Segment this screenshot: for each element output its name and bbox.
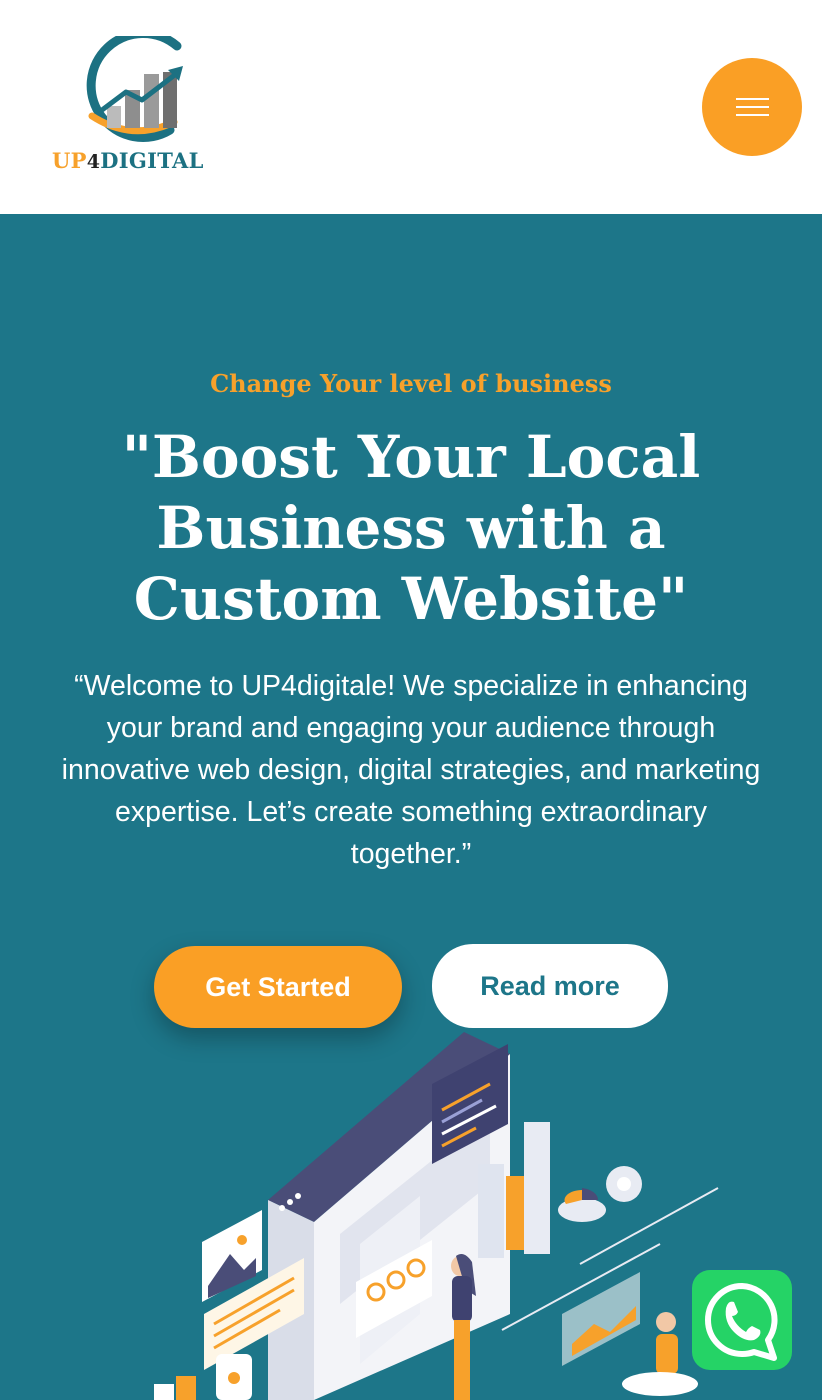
web-development-illustration [154, 1032, 719, 1400]
logo-wordmark: UP4DIGITAL [52, 148, 204, 173]
logo-emblem-icon [86, 29, 183, 142]
whatsapp-chat-button[interactable] [692, 1270, 792, 1370]
hamburger-icon-line [736, 106, 769, 108]
site-header: UP4DIGITAL [0, 0, 822, 214]
logo-text-four: 4 [86, 151, 101, 173]
hero-intro: “Welcome to UP4digitale! We specialize i… [61, 670, 761, 870]
logo-text-digital: DIGITAL [100, 148, 204, 173]
hero-title: "Boost Your Local Business with a Custom… [121, 423, 701, 633]
hero-section: Change Your level of business "Boost You… [0, 214, 822, 1400]
logo-text-up: UP [52, 148, 87, 173]
hamburger-icon-line [736, 114, 769, 116]
whatsapp-icon [705, 1283, 778, 1361]
hamburger-icon-line [736, 98, 769, 100]
hero-tagline: Change Your level of business [210, 369, 612, 398]
menu-button[interactable] [702, 58, 802, 156]
site-logo[interactable]: UP4DIGITAL [52, 29, 212, 176]
